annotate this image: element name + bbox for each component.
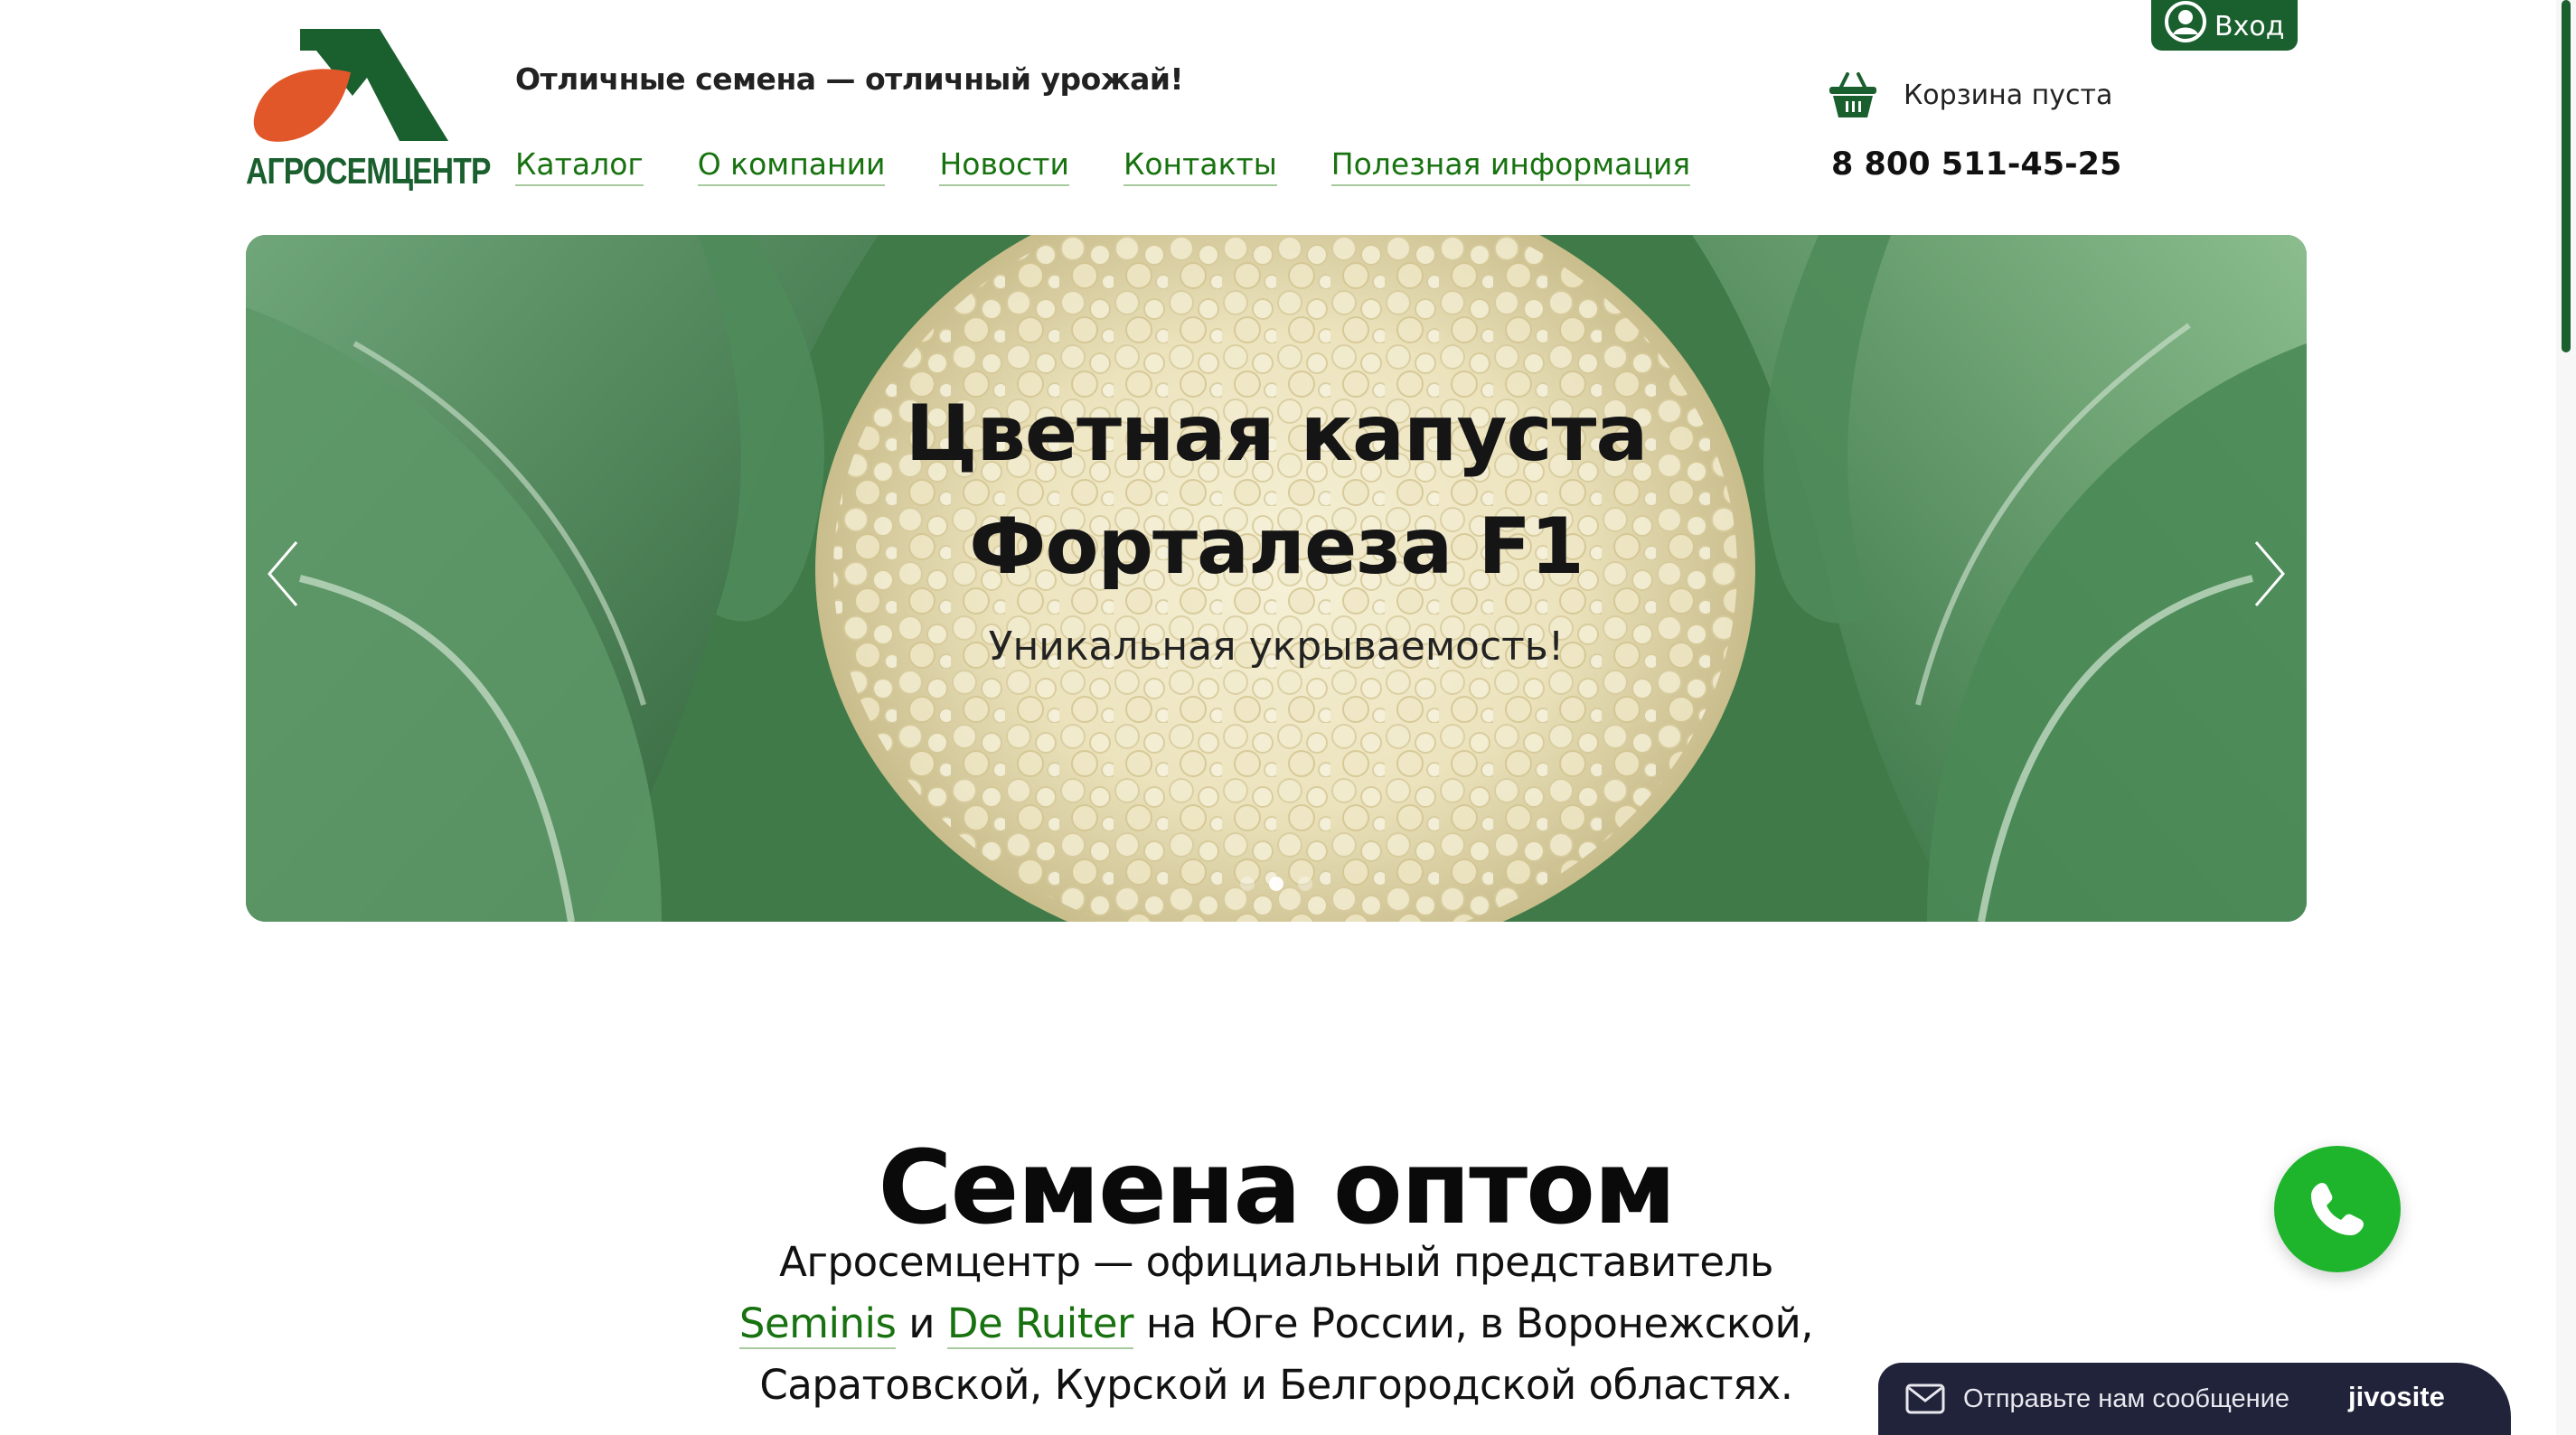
intro-line-1: Агросемцентр — официальный представитель — [779, 1238, 1773, 1286]
intro-line-2: Seminis и De Ruiter на Юге России, в Вор… — [0, 1299, 2552, 1349]
user-icon — [2165, 1, 2206, 42]
slide-title-line-2: Форталеза F1 — [969, 502, 1584, 592]
site-tagline: Отличные семена — отличный урожай! — [515, 61, 1184, 97]
page-title: Семена оптом — [878, 1130, 1676, 1247]
intro-line-2-rest: на Юге России, в Воронежской, — [1133, 1299, 1814, 1347]
jivosite-logo: jivosite — [2348, 1381, 2445, 1412]
phone-icon — [2311, 1183, 2364, 1235]
intro-and: и — [896, 1299, 947, 1347]
phone-number[interactable]: 8 800 511-45-25 — [1831, 146, 2121, 183]
slide-title-line-1: Цветная капуста — [905, 389, 1649, 479]
logo-text: АГРОСЕМЦЕНТР — [246, 150, 491, 192]
nav-item-catalog[interactable]: Каталог — [515, 146, 644, 186]
slider-next-button[interactable] — [2242, 533, 2296, 614]
mail-icon — [1905, 1383, 1945, 1414]
cart-status: Корзина пуста — [1904, 79, 2113, 111]
callback-button[interactable] — [2274, 1146, 2401, 1272]
logo-mark-icon — [253, 29, 448, 142]
slider-dot[interactable] — [1298, 877, 1312, 891]
nav-item-about[interactable]: О компании — [697, 146, 886, 186]
main-nav: Каталог О компании Новости Контакты Поле… — [515, 146, 1691, 186]
scrollbar-thumb[interactable] — [2562, 0, 2571, 352]
chevron-right-icon — [2254, 541, 2285, 606]
de-ruiter-link[interactable]: De Ruiter — [946, 1299, 1134, 1349]
nav-item-useful-info[interactable]: Полезная информация — [1330, 146, 1691, 186]
nav-item-news[interactable]: Новости — [939, 146, 1069, 186]
site-logo[interactable]: АГРОСЕМЦЕНТР — [244, 25, 491, 192]
seminis-link[interactable]: Seminis — [738, 1299, 897, 1349]
cart-widget[interactable]: Корзина пуста — [1828, 70, 2112, 119]
slide-subtitle: Уникальная укрываемость! — [988, 624, 1565, 670]
slider-dot-active[interactable] — [1269, 877, 1283, 891]
page-scrollbar[interactable] — [2556, 0, 2576, 1435]
chevron-left-icon — [268, 541, 298, 606]
slider-prev-button[interactable] — [257, 533, 311, 614]
slider-dots — [246, 877, 2307, 891]
slider-dot[interactable] — [1240, 877, 1255, 891]
basket-icon — [1829, 72, 1876, 117]
hero-slider: Цветная капуста Форталеза F1 Уникальная … — [246, 235, 2307, 922]
login-button[interactable]: Вход — [2151, 0, 2298, 51]
chat-label: Отправьте нам сообщение — [1963, 1383, 2290, 1413]
login-label: Вход — [2214, 10, 2285, 42]
nav-item-contacts[interactable]: Контакты — [1123, 146, 1277, 186]
chat-widget[interactable]: Отправьте нам сообщение jivosite — [1878, 1363, 2511, 1435]
